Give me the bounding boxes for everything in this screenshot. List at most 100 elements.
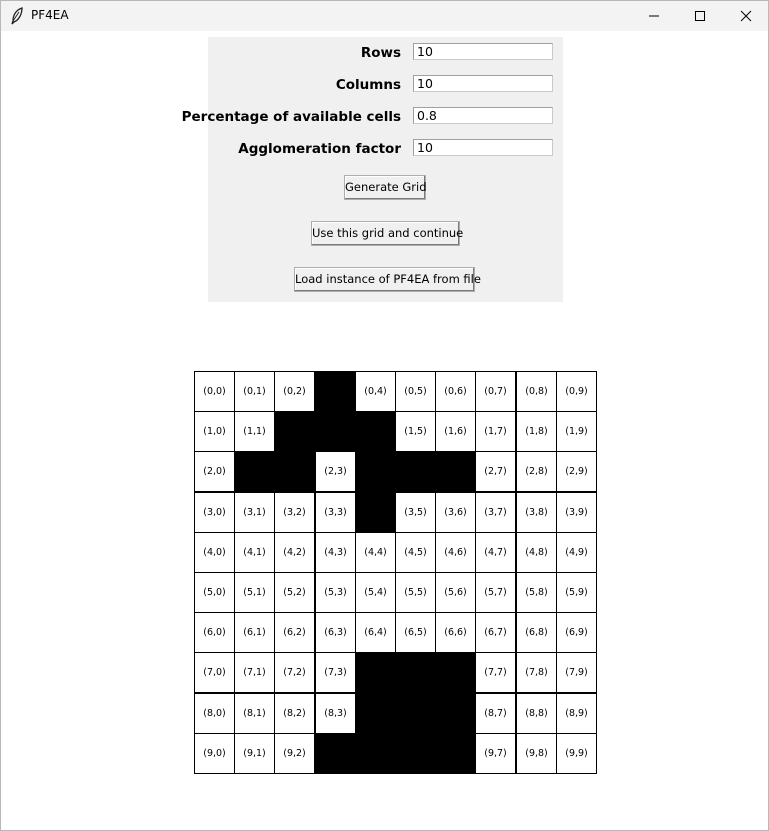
grid-cell[interactable]: (9,7) (475, 733, 516, 774)
grid-cell-blocked[interactable] (274, 451, 315, 492)
grid-cell[interactable]: (5,0) (194, 572, 235, 613)
grid-cell-blocked[interactable] (355, 492, 396, 533)
grid-cell[interactable]: (7,1) (234, 652, 275, 693)
grid-cell[interactable]: (5,3) (315, 572, 356, 613)
grid-cell[interactable]: (9,0) (194, 733, 235, 774)
agglomeration-input[interactable] (413, 139, 553, 156)
grid-cell[interactable]: (3,2) (274, 492, 315, 533)
maximize-button[interactable] (677, 1, 723, 31)
grid-cell[interactable]: (7,3) (315, 652, 356, 693)
grid-cell[interactable]: (6,9) (556, 612, 597, 653)
grid-cell[interactable]: (5,1) (234, 572, 275, 613)
grid-cell[interactable]: (7,2) (274, 652, 315, 693)
grid-cell-blocked[interactable] (435, 652, 476, 693)
title-bar[interactable]: PF4EA (1, 1, 768, 31)
grid-cell-blocked[interactable] (395, 652, 436, 693)
grid-cell-blocked[interactable] (435, 451, 476, 492)
grid-cell[interactable]: (3,5) (395, 492, 436, 533)
grid-cell[interactable]: (1,1) (234, 411, 275, 452)
grid-cell[interactable]: (0,4) (355, 371, 396, 412)
grid-cell[interactable]: (6,1) (234, 612, 275, 653)
grid-cell[interactable]: (8,9) (556, 693, 597, 734)
grid-cell[interactable]: (2,7) (475, 451, 516, 492)
grid-cell-blocked[interactable] (274, 411, 315, 452)
grid-cell[interactable]: (3,9) (556, 492, 597, 533)
grid-cell[interactable]: (1,5) (395, 411, 436, 452)
grid-cell-blocked[interactable] (395, 451, 436, 492)
grid-cell[interactable]: (6,5) (395, 612, 436, 653)
grid-cell[interactable]: (2,0) (194, 451, 235, 492)
grid-cell[interactable]: (6,6) (435, 612, 476, 653)
rows-input[interactable] (413, 43, 553, 60)
grid-cell[interactable]: (4,5) (395, 532, 436, 573)
grid-cell[interactable]: (4,1) (234, 532, 275, 573)
grid-cell[interactable]: (1,9) (556, 411, 597, 452)
grid-cell[interactable]: (4,4) (355, 532, 396, 573)
grid-cell[interactable]: (9,8) (516, 733, 557, 774)
grid-cell[interactable]: (0,5) (395, 371, 436, 412)
grid-cell[interactable]: (0,9) (556, 371, 597, 412)
grid-cell-blocked[interactable] (355, 451, 396, 492)
columns-input[interactable] (413, 75, 553, 92)
grid-canvas[interactable]: (0,0) (0,1) (0,2) (0,4) (0,5) (0,6) (0,7) (0,8)… (194, 371, 597, 774)
grid-cell[interactable]: (3,1) (234, 492, 275, 533)
grid-cell[interactable]: (4,3) (315, 532, 356, 573)
grid-cell[interactable]: (4,7) (475, 532, 516, 573)
grid-cell-blocked[interactable] (355, 652, 396, 693)
grid-cell-blocked[interactable] (234, 451, 275, 492)
grid-cell-blocked[interactable] (355, 411, 396, 452)
grid-cell[interactable]: (7,0) (194, 652, 235, 693)
grid-cell[interactable]: (5,9) (556, 572, 597, 613)
grid-cell[interactable]: (3,7) (475, 492, 516, 533)
grid-cell[interactable]: (1,7) (475, 411, 516, 452)
grid-cell[interactable]: (0,2) (274, 371, 315, 412)
grid-cell[interactable]: (7,9) (556, 652, 597, 693)
grid-cell[interactable]: (0,6) (435, 371, 476, 412)
grid-cell[interactable]: (8,8) (516, 693, 557, 734)
grid-cell[interactable]: (5,8) (516, 572, 557, 613)
grid-cell-blocked[interactable] (315, 733, 356, 774)
grid-cell[interactable]: (6,4) (355, 612, 396, 653)
percentage-input[interactable] (413, 107, 553, 124)
grid-cell[interactable]: (9,9) (556, 733, 597, 774)
grid-cell[interactable]: (1,0) (194, 411, 235, 452)
grid-cell[interactable]: (6,0) (194, 612, 235, 653)
grid-cell[interactable]: (5,5) (395, 572, 436, 613)
grid-cell[interactable]: (1,8) (516, 411, 557, 452)
grid-cell[interactable]: (0,8) (516, 371, 557, 412)
grid-cell[interactable]: (2,8) (516, 451, 557, 492)
grid-cell[interactable]: (9,2) (274, 733, 315, 774)
grid-cell[interactable]: (7,7) (475, 652, 516, 693)
grid-cell[interactable]: (8,2) (274, 693, 315, 734)
grid-cell-blocked[interactable] (395, 733, 436, 774)
grid-cell[interactable]: (4,6) (435, 532, 476, 573)
grid-cell[interactable]: (3,8) (516, 492, 557, 533)
grid-cell[interactable]: (0,0) (194, 371, 235, 412)
grid-cell[interactable]: (6,2) (274, 612, 315, 653)
grid-cell[interactable]: (6,8) (516, 612, 557, 653)
grid-cell[interactable]: (8,7) (475, 693, 516, 734)
grid-cell-blocked[interactable] (435, 733, 476, 774)
grid-cell[interactable]: (3,6) (435, 492, 476, 533)
grid-cell[interactable]: (9,1) (234, 733, 275, 774)
grid-cell[interactable]: (8,3) (315, 693, 356, 734)
load-instance-button[interactable]: Load instance of PF4EA from file (294, 267, 481, 292)
grid-cell[interactable]: (3,3) (315, 492, 356, 533)
grid-cell[interactable]: (4,8) (516, 532, 557, 573)
minimize-button[interactable] (631, 1, 677, 31)
grid-cell-blocked[interactable] (395, 693, 436, 734)
grid-cell[interactable]: (5,6) (435, 572, 476, 613)
grid-cell[interactable]: (5,2) (274, 572, 315, 613)
grid-cell[interactable]: (4,2) (274, 532, 315, 573)
grid-cell[interactable]: (6,7) (475, 612, 516, 653)
grid-cell[interactable]: (8,0) (194, 693, 235, 734)
grid-cell[interactable]: (4,0) (194, 532, 235, 573)
grid-cell[interactable]: (3,0) (194, 492, 235, 533)
grid-cell-blocked[interactable] (355, 733, 396, 774)
grid-cell[interactable]: (0,1) (234, 371, 275, 412)
grid-cell[interactable]: (0,7) (475, 371, 516, 412)
grid-cell[interactable]: (7,8) (516, 652, 557, 693)
grid-cell-blocked[interactable] (315, 371, 356, 412)
grid-cell[interactable]: (5,7) (475, 572, 516, 613)
grid-cell[interactable]: (1,6) (435, 411, 476, 452)
